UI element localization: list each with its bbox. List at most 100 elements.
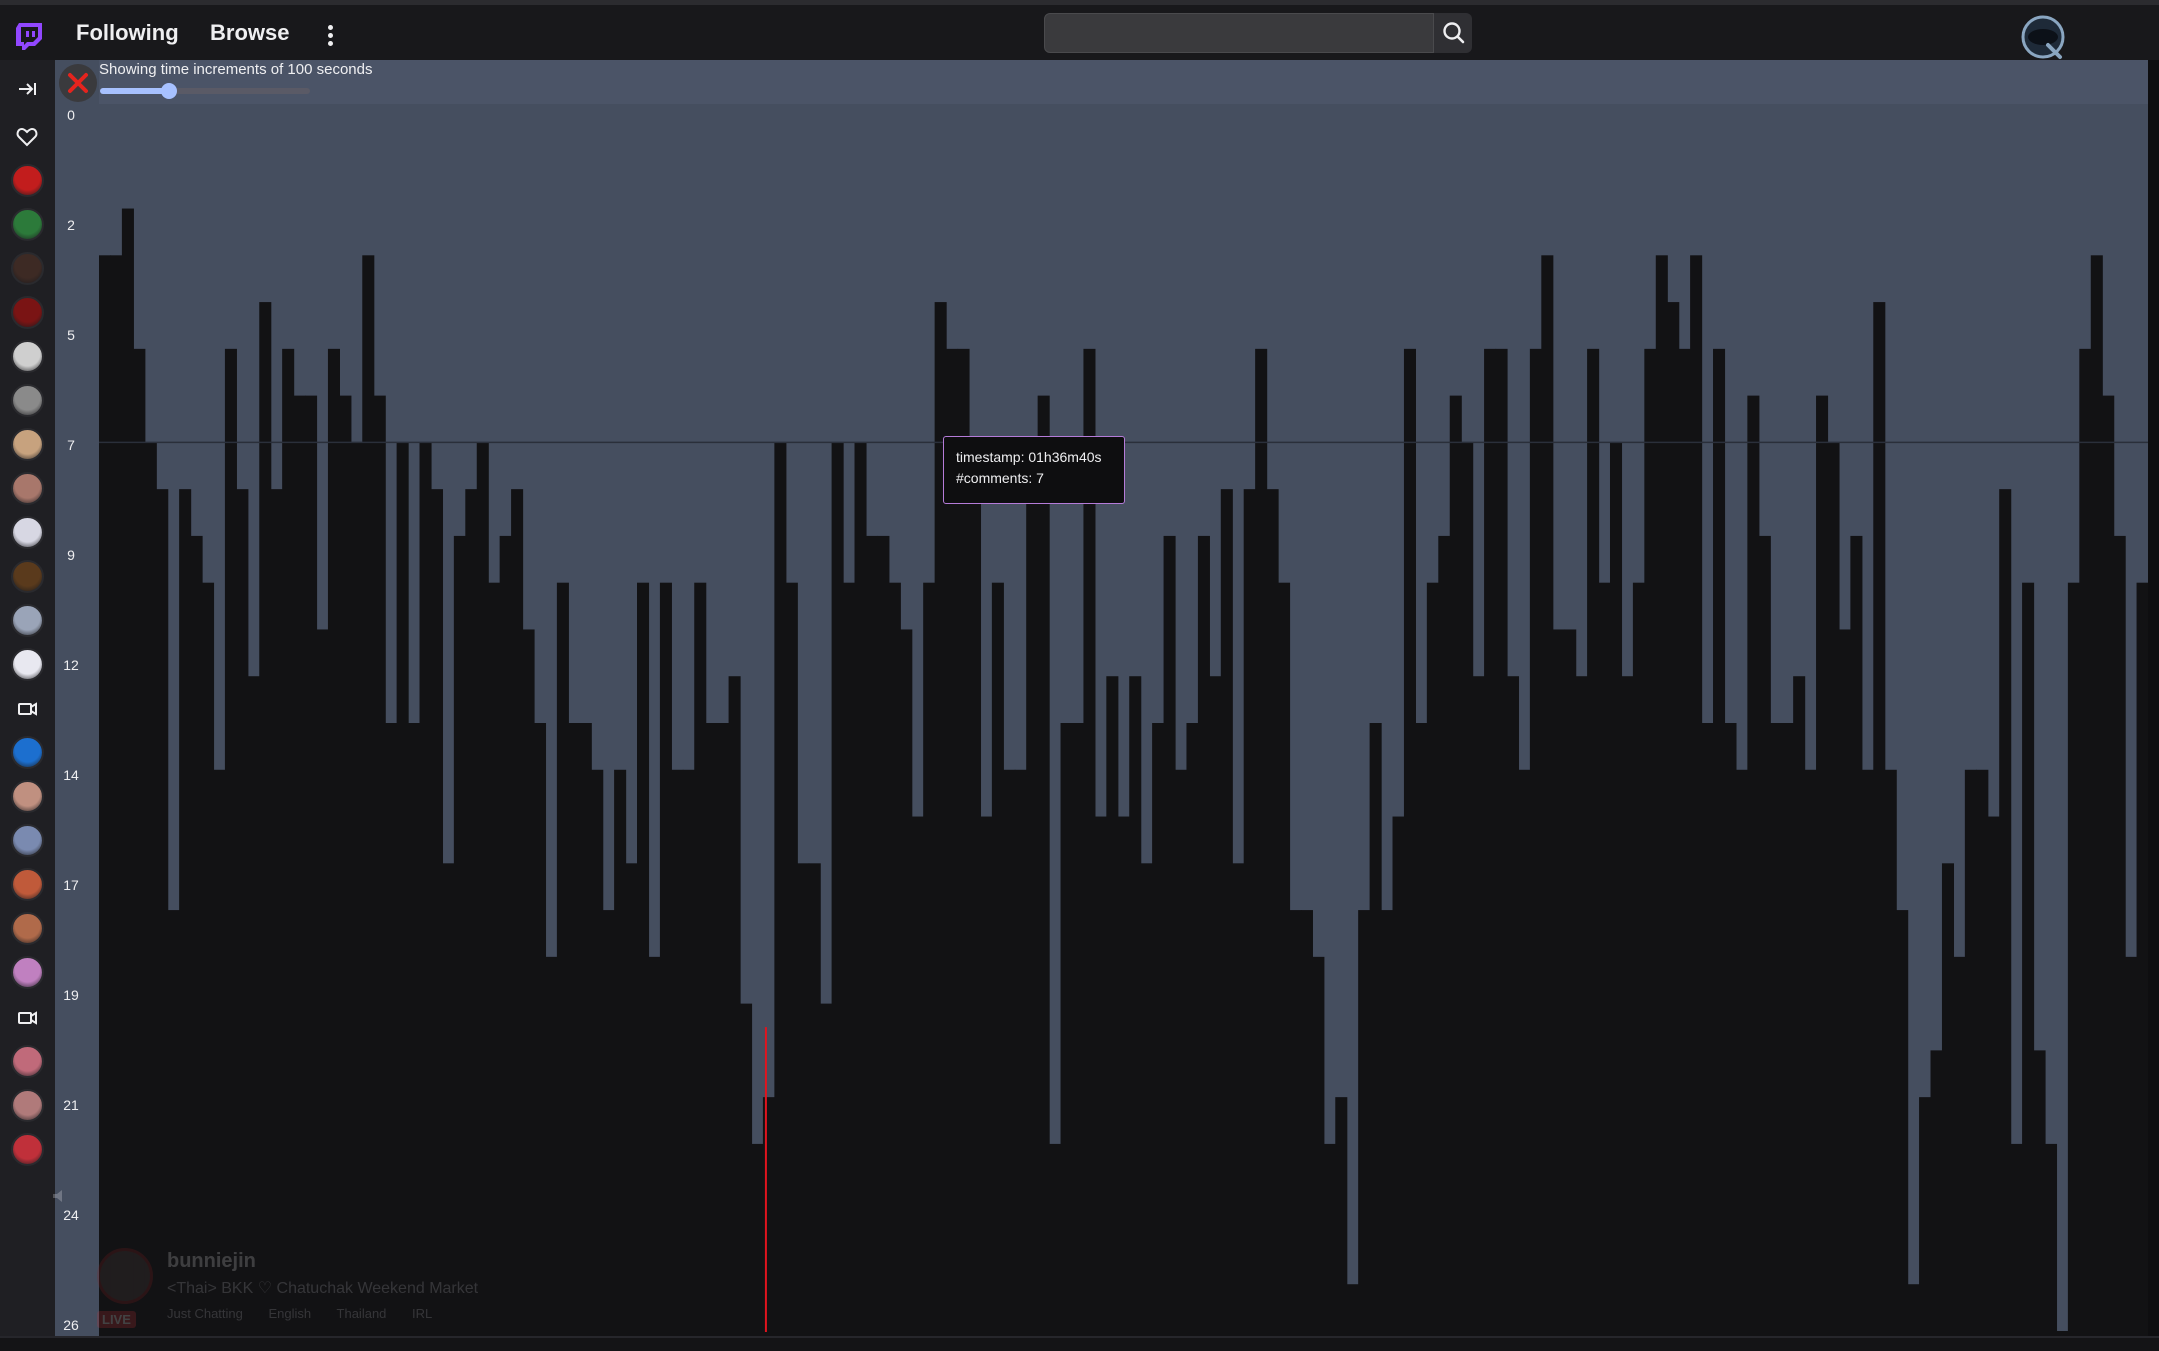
- chart-bar[interactable]: [1129, 676, 1142, 1336]
- chart-bar[interactable]: [190, 535, 203, 1336]
- channel-avatar[interactable]: [11, 604, 44, 637]
- chart-bar[interactable]: [2125, 956, 2138, 1336]
- channel-avatar[interactable]: [11, 736, 44, 769]
- chart-bar[interactable]: [1976, 769, 1989, 1336]
- channel-avatar[interactable]: [11, 428, 44, 461]
- chart-bar[interactable]: [1644, 348, 1657, 1336]
- chart-bar[interactable]: [1060, 723, 1073, 1336]
- chart-bar[interactable]: [1609, 442, 1623, 1336]
- chart-bar[interactable]: [728, 676, 741, 1336]
- chart-bar[interactable]: [1346, 1284, 1359, 1336]
- chart-bar[interactable]: [1220, 489, 1233, 1336]
- chart-bar[interactable]: [110, 255, 123, 1336]
- chart-bar[interactable]: [99, 255, 112, 1336]
- chart-bar[interactable]: [1850, 535, 1863, 1336]
- chart-bar[interactable]: [991, 582, 1004, 1336]
- chart-bar[interactable]: [1529, 348, 1542, 1336]
- chart-bar[interactable]: [1071, 723, 1085, 1336]
- chart-bar[interactable]: [1140, 863, 1153, 1336]
- nav-browse[interactable]: Browse: [210, 20, 289, 46]
- chart-bar[interactable]: [1964, 769, 1977, 1336]
- channel-avatar[interactable]: [11, 912, 44, 945]
- chart-bar[interactable]: [762, 1097, 775, 1336]
- chart-bar[interactable]: [1266, 489, 1279, 1336]
- chart-bar[interactable]: [2022, 582, 2035, 1336]
- channel-avatar[interactable]: [11, 384, 44, 417]
- chart-bar[interactable]: [499, 535, 512, 1336]
- chart-bar[interactable]: [476, 442, 489, 1336]
- chart-bar[interactable]: [1484, 348, 1497, 1336]
- chart-bar[interactable]: [1003, 769, 1016, 1336]
- chart-bar[interactable]: [144, 442, 157, 1336]
- chart-bar[interactable]: [785, 582, 798, 1336]
- chart-bar[interactable]: [1999, 489, 2012, 1336]
- chart-bar[interactable]: [430, 489, 444, 1336]
- chart-bar[interactable]: [1014, 769, 1027, 1336]
- chart-bar[interactable]: [2010, 1143, 2023, 1336]
- chart-bar[interactable]: [1197, 535, 1210, 1336]
- chart-bar[interactable]: [224, 348, 237, 1336]
- chart-bar[interactable]: [1163, 535, 1176, 1336]
- tag[interactable]: Thailand: [337, 1306, 387, 1321]
- close-button[interactable]: [59, 64, 97, 102]
- chart-bar[interactable]: [911, 816, 924, 1336]
- chart-bar[interactable]: [808, 863, 821, 1336]
- chart-bar[interactable]: [373, 395, 386, 1336]
- chart-bar[interactable]: [1037, 395, 1050, 1336]
- chart-bar[interactable]: [1930, 1050, 1943, 1336]
- chart-bar[interactable]: [133, 348, 146, 1336]
- chart-bar[interactable]: [1884, 769, 1897, 1336]
- chart-bar[interactable]: [511, 489, 524, 1336]
- chart-bar[interactable]: [1907, 1284, 1920, 1336]
- chart-bar[interactable]: [556, 582, 569, 1336]
- chart-bar[interactable]: [1873, 302, 1886, 1336]
- chart-bar[interactable]: [1953, 956, 1966, 1336]
- chart-bar[interactable]: [659, 582, 672, 1336]
- chart-bar[interactable]: [820, 1003, 833, 1336]
- chart-bar[interactable]: [1690, 255, 1703, 1336]
- chart-bar[interactable]: [2102, 395, 2115, 1336]
- chart-bar[interactable]: [1243, 489, 1256, 1336]
- chart-bar[interactable]: [1506, 676, 1520, 1336]
- chart-bar[interactable]: [1621, 676, 1634, 1336]
- chart-bar[interactable]: [1495, 348, 1508, 1336]
- chart-bar[interactable]: [350, 442, 363, 1336]
- chart-bar[interactable]: [1094, 816, 1107, 1336]
- tag[interactable]: English: [269, 1306, 312, 1321]
- chart-bar[interactable]: [179, 489, 192, 1336]
- tag[interactable]: IRL: [412, 1306, 432, 1321]
- chart-bar[interactable]: [1724, 723, 1737, 1336]
- chart-bar[interactable]: [293, 395, 306, 1336]
- chart-bar[interactable]: [1438, 535, 1451, 1336]
- chart-bar[interactable]: [568, 723, 581, 1336]
- chart-bar[interactable]: [1369, 723, 1382, 1336]
- twitch-logo-icon[interactable]: [12, 19, 46, 53]
- chart-bar[interactable]: [1552, 629, 1565, 1336]
- chart-bar[interactable]: [305, 395, 318, 1336]
- chart-bar[interactable]: [2079, 348, 2092, 1336]
- chart-bar[interactable]: [2136, 582, 2148, 1336]
- chart-bar[interactable]: [1289, 910, 1302, 1336]
- chart-bar[interactable]: [1941, 863, 1955, 1336]
- chart-bar[interactable]: [682, 769, 695, 1336]
- channel-avatar[interactable]: [11, 296, 44, 329]
- chart-bar[interactable]: [1667, 302, 1680, 1336]
- chart-bar[interactable]: [1816, 395, 1829, 1336]
- chart-bar[interactable]: [1838, 629, 1851, 1336]
- channel-avatar[interactable]: [11, 560, 44, 593]
- chart-bar[interactable]: [2067, 582, 2080, 1336]
- chart-bar[interactable]: [774, 442, 787, 1336]
- chart-bar[interactable]: [1804, 769, 1817, 1336]
- chart-bar[interactable]: [1403, 348, 1416, 1336]
- chart-bar[interactable]: [1575, 676, 1588, 1336]
- tag[interactable]: Just Chatting: [167, 1306, 243, 1321]
- channel-avatar[interactable]: [11, 868, 44, 901]
- chart-bar[interactable]: [854, 442, 867, 1336]
- chart-bar[interactable]: [671, 769, 684, 1336]
- chart-bar[interactable]: [751, 1143, 764, 1336]
- chart-bar[interactable]: [1919, 1097, 1932, 1336]
- chart-bar[interactable]: [1358, 910, 1371, 1336]
- chart-bar[interactable]: [270, 489, 283, 1336]
- channel-avatar[interactable]: [11, 824, 44, 857]
- chart-bar[interactable]: [900, 629, 913, 1336]
